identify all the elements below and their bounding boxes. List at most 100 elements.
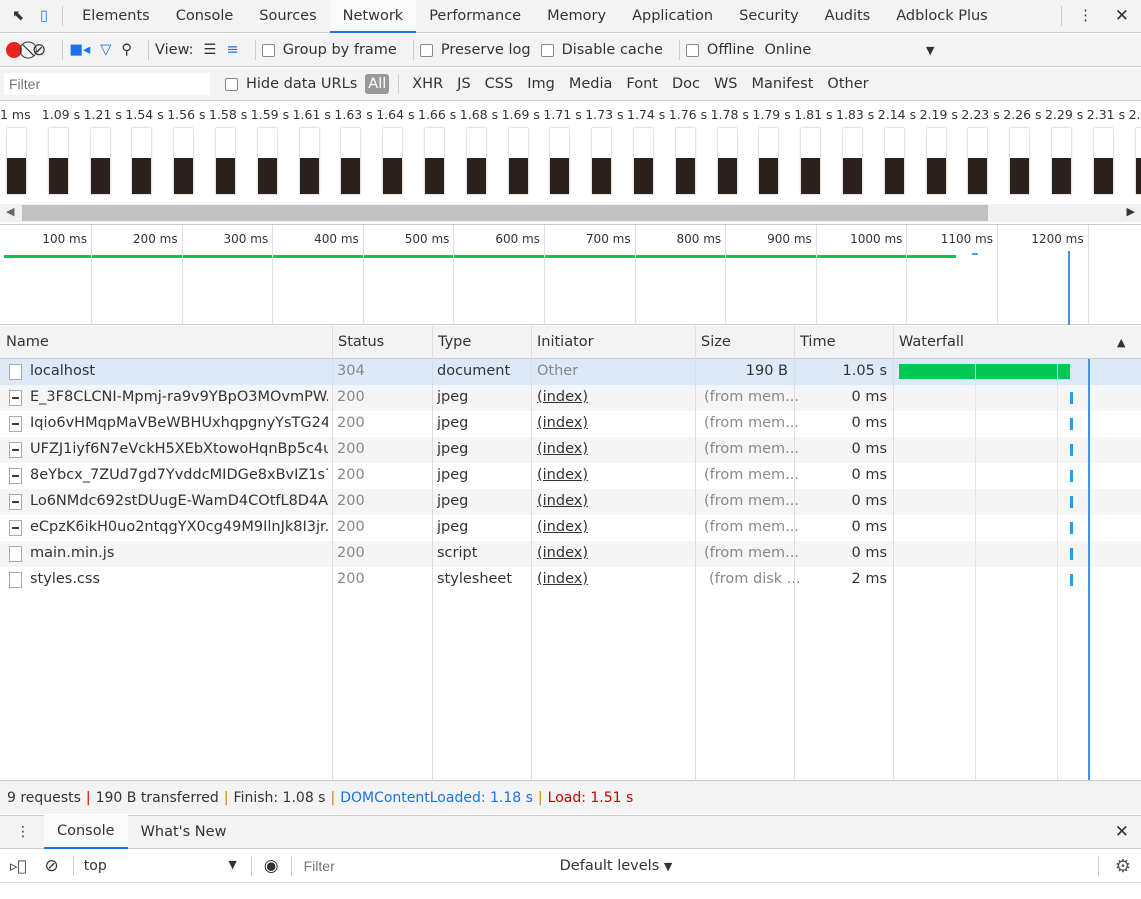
- close-icon[interactable]: ✕: [1103, 0, 1141, 33]
- tab-memory[interactable]: Memory: [534, 0, 619, 33]
- filter-type-xhr[interactable]: XHR: [405, 76, 450, 92]
- tab-network[interactable]: Network: [329, 0, 417, 33]
- column-divider: [531, 326, 532, 780]
- frame-time: 1.09 s: [41, 107, 81, 122]
- filter-type-img[interactable]: Img: [520, 76, 562, 92]
- tab-sources[interactable]: Sources: [246, 0, 329, 33]
- drawer-menu-icon[interactable]: ⋮: [0, 824, 44, 840]
- column-header-type[interactable]: Type: [438, 334, 471, 350]
- search-icon[interactable]: ⚲: [121, 42, 132, 58]
- table-row[interactable]: main.min.js 200 script (index) (from mem... 0…: [0, 541, 1141, 567]
- column-divider: [893, 326, 894, 780]
- more-menu-icon[interactable]: ⋮: [1068, 0, 1103, 33]
- column-header-status[interactable]: Status: [338, 334, 384, 350]
- document-icon: [9, 572, 22, 588]
- tab-application[interactable]: Application: [619, 0, 726, 33]
- clear-icon[interactable]: ⃠⊘: [32, 40, 46, 60]
- tab-elements[interactable]: Elements: [69, 0, 163, 33]
- table-row[interactable]: UFZJ1iyf6N7eVckH5XEbXtowoHqnBp5c4u... 200…: [0, 437, 1141, 463]
- column-header-time[interactable]: Time: [800, 334, 836, 350]
- inspect-element-icon[interactable]: ⬉: [0, 0, 32, 33]
- table-row[interactable]: 8eYbcx_7ZUd7gd7YvddcMIDGe8xBvIZ1s7Y... 20…: [0, 463, 1141, 489]
- request-name[interactable]: UFZJ1iyf6N7eVckH5XEbXtowoHqnBp5c4u...: [30, 441, 328, 457]
- offline-checkbox[interactable]: Offline: [685, 42, 754, 58]
- throttling-select[interactable]: Online ▼: [764, 42, 934, 58]
- request-name[interactable]: E_3F8CLCNI-Mpmj-ra9v9YBpO3MOvmPW...: [30, 389, 328, 405]
- filter-type-media[interactable]: Media: [562, 76, 620, 92]
- drawer-close-icon[interactable]: ✕: [1103, 822, 1141, 842]
- frame-thumbnail: [132, 128, 152, 194]
- request-name[interactable]: styles.css: [30, 571, 328, 587]
- tab-audits[interactable]: Audits: [812, 0, 884, 33]
- record-button[interactable]: [6, 42, 22, 58]
- tab-performance[interactable]: Performance: [416, 0, 534, 33]
- request-initiator[interactable]: (index): [537, 467, 588, 483]
- tab-adblock-plus[interactable]: Adblock Plus: [883, 0, 1000, 33]
- request-time: 0 ms: [851, 545, 887, 561]
- drawer-tab-whats-new[interactable]: What's New: [128, 816, 240, 849]
- request-initiator[interactable]: (index): [537, 493, 588, 509]
- live-expression-icon[interactable]: ◉: [258, 856, 285, 876]
- frame-time: 2.26 s: [1003, 107, 1042, 122]
- filter-icon[interactable]: ▽: [100, 42, 111, 58]
- hide-data-urls-checkbox[interactable]: Hide data URLs: [225, 76, 357, 92]
- large-rows-icon[interactable]: ☰: [204, 42, 217, 58]
- request-name[interactable]: main.min.js: [30, 545, 328, 561]
- filmstrip-scrollbar[interactable]: ◀ ▶: [0, 204, 1141, 222]
- frame-thumbnail: [90, 128, 110, 194]
- table-row[interactable]: E_3F8CLCNI-Mpmj-ra9v9YBpO3MOvmPW... 200 jp…: [0, 385, 1141, 411]
- request-initiator[interactable]: (index): [537, 571, 588, 587]
- table-row[interactable]: eCpzK6ikH0uo2ntqgYX0cg49M9IlnJk8I3jr... 2…: [0, 515, 1141, 541]
- image-icon: [9, 442, 22, 458]
- filter-type-other[interactable]: Other: [820, 76, 875, 92]
- waterfall-bar: [1070, 444, 1073, 456]
- scroll-right-icon[interactable]: ▶: [1127, 205, 1135, 218]
- request-initiator[interactable]: (index): [537, 545, 588, 561]
- filter-type-font[interactable]: Font: [619, 76, 665, 92]
- preserve-log-checkbox[interactable]: Preserve log: [419, 42, 531, 58]
- request-name[interactable]: eCpzK6ikH0uo2ntqgYX0cg49M9IlnJk8I3jr...: [30, 519, 328, 535]
- context-select[interactable]: top ▼: [80, 858, 245, 874]
- timeline-overview[interactable]: 100 ms 200 ms 300 ms 400 ms 500 ms 600 ms 700 …: [0, 224, 1141, 325]
- request-name[interactable]: Iqio6vHMqpMaVBeWBHUxhqpgnyYsTG24...: [30, 415, 328, 431]
- scrollbar-thumb[interactable]: [22, 205, 988, 221]
- sort-ascending-icon[interactable]: ▲: [1117, 336, 1125, 349]
- column-header-name[interactable]: Name: [6, 334, 49, 350]
- request-initiator[interactable]: (index): [537, 389, 588, 405]
- request-initiator[interactable]: (index): [537, 519, 588, 535]
- column-header-waterfall[interactable]: Waterfall: [899, 334, 964, 350]
- tab-console[interactable]: Console: [163, 0, 247, 33]
- table-row[interactable]: styles.css 200 stylesheet (index) (from disk…: [0, 567, 1141, 593]
- table-row[interactable]: localhost 304 document Other 190 B 1.05 s: [0, 359, 1141, 385]
- clear-console-icon[interactable]: ⊘: [37, 856, 67, 876]
- group-by-frame-checkbox[interactable]: Group by frame: [261, 42, 397, 58]
- scroll-left-icon[interactable]: ◀: [6, 205, 14, 218]
- table-row[interactable]: Iqio6vHMqpMaVBeWBHUxhqpgnyYsTG24... 200 jp…: [0, 411, 1141, 437]
- column-header-initiator[interactable]: Initiator: [537, 334, 594, 350]
- request-name[interactable]: localhost: [30, 363, 328, 379]
- drawer-tab-console[interactable]: Console: [44, 815, 128, 849]
- request-initiator[interactable]: (index): [537, 441, 588, 457]
- sidebar-toggle-icon[interactable]: ▹⃞: [0, 857, 37, 875]
- request-name[interactable]: Lo6NMdc692stDUugE-WamD4COtfL8D4A...: [30, 493, 328, 509]
- frame-thumbnail: [1093, 128, 1113, 194]
- filter-type-all[interactable]: All: [365, 74, 390, 94]
- console-filter-input[interactable]: [299, 855, 550, 877]
- settings-gear-icon[interactable]: ⚙: [1105, 856, 1141, 877]
- filter-type-js[interactable]: JS: [450, 76, 477, 92]
- request-name[interactable]: 8eYbcx_7ZUd7gd7YvddcMIDGe8xBvIZ1s7Y...: [30, 467, 328, 483]
- capture-screenshots-icon[interactable]: ■◂: [69, 42, 90, 58]
- filter-type-ws[interactable]: WS: [707, 76, 745, 92]
- tab-security[interactable]: Security: [726, 0, 812, 33]
- filter-type-manifest[interactable]: Manifest: [745, 76, 821, 92]
- filter-input[interactable]: [4, 73, 210, 95]
- overview-icon[interactable]: ≡: [227, 42, 239, 58]
- log-levels-select[interactable]: Default levels ▼: [550, 858, 683, 874]
- column-header-size[interactable]: Size: [701, 334, 731, 350]
- table-row[interactable]: Lo6NMdc692stDUugE-WamD4COtfL8D4A... 200 jp…: [0, 489, 1141, 515]
- filter-type-css[interactable]: CSS: [478, 76, 521, 92]
- filter-type-doc[interactable]: Doc: [665, 76, 707, 92]
- device-toolbar-icon[interactable]: ▯: [32, 0, 56, 33]
- disable-cache-checkbox[interactable]: Disable cache: [540, 42, 663, 58]
- request-initiator[interactable]: (index): [537, 415, 588, 431]
